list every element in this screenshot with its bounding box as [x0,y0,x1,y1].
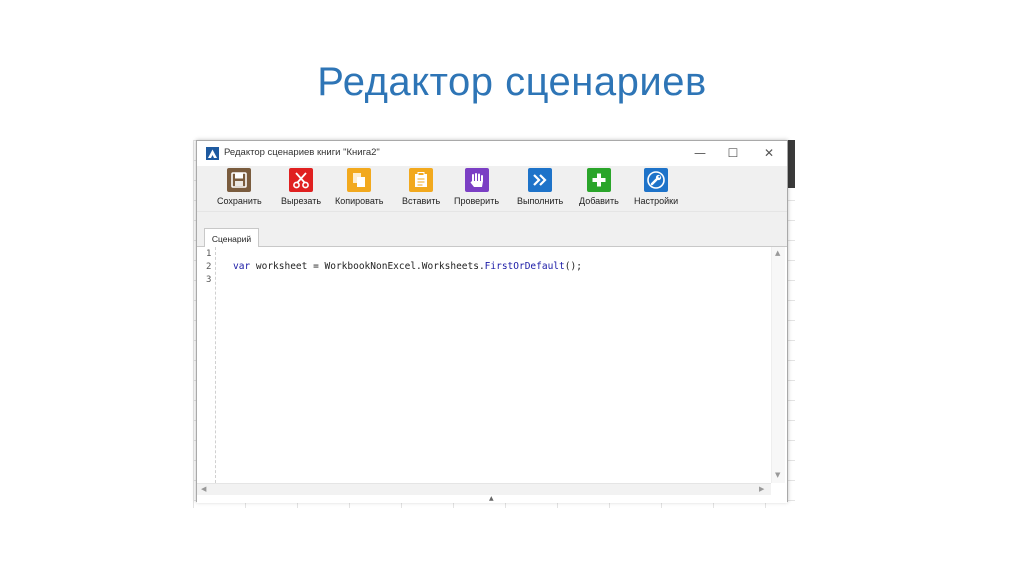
settings-label: Настройки [634,196,679,206]
tab-script[interactable]: Сценарий [204,228,259,248]
scissors-icon [289,168,314,192]
add-label: Добавить [579,196,619,206]
toolbar: Сохранить Вырезать Копировать Вставить П… [197,166,787,212]
scroll-left-icon[interactable]: ◀ [201,485,206,493]
plus-icon [586,168,611,192]
save-icon [227,168,252,192]
copy-button[interactable]: Копировать [335,168,383,212]
wrench-icon [644,168,669,192]
run-label: Выполнить [517,196,564,206]
close-button[interactable]: ✕ [756,143,782,163]
code-method: FirstOrDefault [484,261,565,272]
cut-label: Вырезать [281,196,322,206]
maximize-button[interactable]: ☐ [720,143,746,163]
code-text: worksheet = WorkbookNonExcel.Worksheets. [250,261,485,272]
scroll-down-icon[interactable]: ▼ [775,471,780,479]
paste-label: Вставить [402,196,441,206]
code-editor[interactable]: 1 2 3 var worksheet = WorkbookNonExcel.W… [197,247,787,503]
copy-icon [347,168,372,192]
line-number: 2 [206,262,212,272]
scroll-right-icon[interactable]: ▶ [759,485,764,493]
check-button[interactable]: Проверить [454,168,499,212]
app-logo-icon [206,147,219,160]
minimize-button[interactable]: — [687,143,713,163]
scroll-up-icon[interactable]: ▲ [775,249,780,257]
cut-button[interactable]: Вырезать [281,168,321,212]
code-text-end: (); [564,261,582,272]
save-button[interactable]: Сохранить [217,168,262,212]
add-button[interactable]: Добавить [579,168,619,212]
paste-icon [409,168,434,192]
code-keyword: var [233,261,251,272]
window-title: Редактор сценариев книги "Книга2" [224,147,380,158]
copy-label: Копировать [335,196,384,206]
save-label: Сохранить [217,196,262,206]
vertical-scrollbar[interactable]: ▲ ▼ [771,247,785,483]
line-number: 3 [206,275,212,285]
line-number: 1 [206,249,212,259]
window-titlebar[interactable]: Редактор сценариев книги "Книга2" — ☐ ✕ [197,141,787,166]
hand-icon [464,168,489,192]
check-label: Проверить [454,196,500,206]
tab-strip: Сценарий [197,212,787,248]
horizontal-scrollbar[interactable]: ◀ ▶ [197,483,771,495]
code-line: var worksheet = WorkbookNonExcel.Workshe… [233,261,582,272]
splitter-handle-icon[interactable]: ▲ [489,495,494,502]
run-button[interactable]: Выполнить [517,168,563,212]
settings-button[interactable]: Настройки [634,168,678,212]
script-editor-window: Редактор сценариев книги "Книга2" — ☐ ✕ … [196,140,788,503]
fast-forward-icon [528,168,553,192]
spreadsheet-edge [788,140,795,188]
paste-button[interactable]: Вставить [402,168,440,212]
slide-title: Редактор сценариев [317,60,707,104]
